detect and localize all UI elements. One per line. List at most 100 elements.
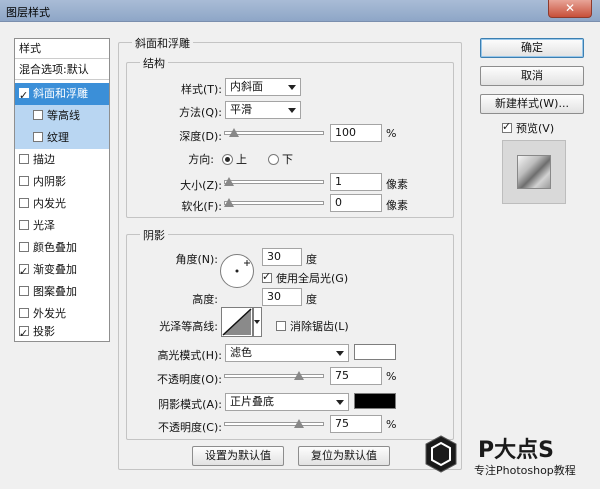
highlight-mode-select[interactable]: 滤色 [225,344,349,362]
shading-title: 阴影 [140,227,168,243]
preview-checkbox[interactable]: 预览(V) [502,120,554,136]
soften-slider[interactable] [224,196,324,210]
window-title: 图层样式 [6,6,50,19]
highlight-mode-label: 高光模式(H): [157,349,222,362]
checkbox-icon[interactable] [33,110,43,120]
depth-unit: % [386,127,397,140]
checkbox-icon[interactable] [19,198,29,208]
depth-input[interactable]: 100 [330,124,382,142]
slider-thumb[interactable] [294,419,304,428]
style-item-satin[interactable]: 光泽 [15,215,109,237]
shadow-color-swatch[interactable] [354,393,396,409]
checkbox-icon[interactable] [502,120,512,133]
style-item-texture[interactable]: 纹理 [15,127,109,149]
chevron-down-icon [254,320,260,324]
shadow-mode-label: 阴影模式(A): [158,398,222,411]
direction-up-radio[interactable]: 上 [222,151,247,167]
size-unit: 像素 [386,178,408,191]
style-item-inner-shadow[interactable]: 内阴影 [15,171,109,193]
style-item-drop-shadow[interactable]: 投影 [15,321,109,345]
chevron-down-icon [336,400,344,405]
radio-icon[interactable] [222,154,233,165]
style-select[interactable]: 内斜面 [225,78,301,96]
highlight-opacity-input[interactable]: 75 [330,367,382,385]
shadow-mode-select[interactable]: 正片叠底 [225,393,349,411]
checkbox-icon[interactable] [19,261,29,283]
checkbox-icon[interactable] [19,176,29,186]
ok-button[interactable]: 确定 [480,38,584,58]
slider-thumb[interactable] [229,128,239,137]
style-item-gradient-overlay[interactable]: 渐变叠加 [15,259,109,283]
bevel-emboss-title: 斜面和浮雕 [132,35,193,51]
direction-down-radio[interactable]: 下 [268,151,293,167]
contour-linear-icon [222,308,252,336]
soften-input[interactable]: 0 [330,194,382,212]
size-slider[interactable] [224,175,324,189]
depth-slider[interactable] [224,126,324,140]
chevron-down-icon [288,85,296,90]
watermark-tagline: 专注Photoshop教程 [474,464,576,477]
checkbox-icon[interactable] [19,323,29,345]
watermark-brand: P大点S [478,438,554,463]
style-item-color-overlay[interactable]: 颜色叠加 [15,237,109,259]
technique-label: 方法(Q): [179,106,222,119]
reset-default-button[interactable]: 复位为默认值 [298,446,390,466]
structure-title: 结构 [140,55,168,71]
highlight-color-swatch[interactable] [354,344,396,360]
slider-thumb[interactable] [224,177,234,186]
checkbox-icon[interactable] [19,308,29,318]
checkbox-icon[interactable] [19,286,29,296]
style-list: 样式 混合选项:默认 斜面和浮雕 等高线 纹理 描边 内阴影 内发光 光泽 颜色… [14,38,110,345]
checkbox-icon[interactable] [33,132,43,142]
shadow-opacity-unit: % [386,418,397,431]
chevron-down-icon [336,351,344,356]
depth-label: 深度(D): [179,130,222,143]
slider-thumb[interactable] [294,371,304,380]
close-button[interactable]: ✕ [548,0,592,18]
style-label: 样式(T): [180,83,222,96]
checkbox-icon[interactable] [276,321,286,331]
anti-aliased-checkbox[interactable]: 消除锯齿(L) [276,318,349,334]
soften-unit: 像素 [386,199,408,212]
preview-box [502,140,566,204]
cancel-button[interactable]: 取消 [480,66,584,86]
technique-select[interactable]: 平滑 [225,101,301,119]
style-item-stroke[interactable]: 描边 [15,149,109,171]
style-item-inner-glow[interactable]: 内发光 [15,193,109,215]
altitude-unit: 度 [306,293,317,306]
global-light-checkbox[interactable]: 使用全局光(G) [262,270,348,286]
altitude-input[interactable]: 30 [262,288,302,306]
make-default-button[interactable]: 设置为默认值 [192,446,284,466]
slider-thumb[interactable] [224,198,234,207]
style-item-bevel-emboss[interactable]: 斜面和浮雕 [15,83,109,107]
direction-label: 方向: [188,153,214,166]
preview-swatch [517,155,551,189]
soften-label: 软化(F): [181,200,222,213]
angle-dial[interactable] [220,254,254,288]
angle-label: 角度(N): [175,253,218,266]
gloss-contour-label: 光泽等高线: [159,320,218,333]
highlight-opacity-label: 不透明度(O): [157,373,222,386]
checkbox-icon[interactable] [19,154,29,164]
title-bar: 图层样式 ✕ [0,0,600,22]
style-item-contour[interactable]: 等高线 [15,105,109,127]
highlight-opacity-slider[interactable] [224,369,324,383]
altitude-label: 高度: [192,293,218,306]
blend-options-default[interactable]: 混合选项:默认 [15,60,109,80]
shadow-opacity-slider[interactable] [224,417,324,431]
checkbox-icon[interactable] [19,220,29,230]
checkbox-icon[interactable] [19,85,29,107]
chevron-down-icon [288,108,296,113]
size-input[interactable]: 1 [330,173,382,191]
checkbox-icon[interactable] [19,242,29,252]
gloss-contour-swatch[interactable] [221,307,253,337]
styles-header[interactable]: 样式 [15,39,109,59]
angle-input[interactable]: 30 [262,248,302,266]
shadow-opacity-input[interactable]: 75 [330,415,382,433]
radio-icon[interactable] [268,154,279,165]
checkbox-icon[interactable] [262,270,272,283]
gloss-contour-dropdown[interactable] [253,307,262,337]
highlight-opacity-unit: % [386,370,397,383]
style-item-pattern-overlay[interactable]: 图案叠加 [15,281,109,303]
new-style-button[interactable]: 新建样式(W)... [480,94,584,114]
